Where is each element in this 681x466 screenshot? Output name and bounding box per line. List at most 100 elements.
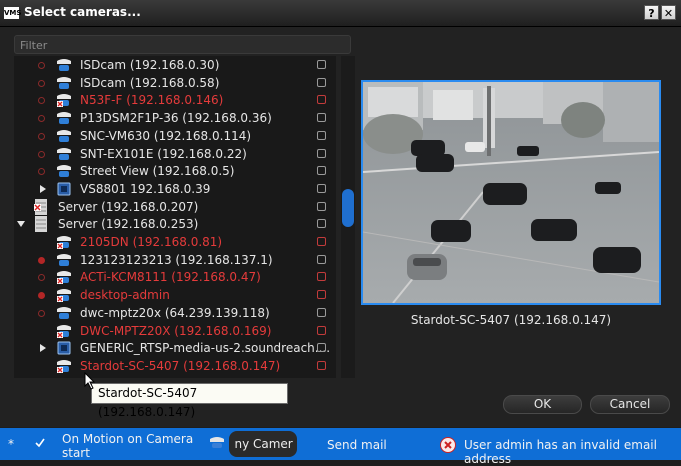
filter-input[interactable]: Filter [14, 35, 351, 54]
row-checkbox[interactable] [317, 343, 326, 353]
tree-scrollbar[interactable] [341, 56, 355, 378]
any-camera-chip[interactable]: ny Camer [229, 431, 297, 457]
error-icon [440, 437, 456, 453]
camera-icon [57, 147, 71, 160]
scroll-thumb[interactable] [342, 189, 354, 227]
tree-row-label: VS8801 192.168.0.39 [80, 181, 211, 196]
camera-icon [57, 76, 71, 89]
tree-row[interactable]: 123123123213 (192.168.137.1) [14, 251, 336, 269]
tree-row-label: dwc-mptz20x (64.239.139.118) [80, 305, 270, 320]
row-checkbox[interactable] [317, 113, 326, 123]
status-dot-icon [38, 150, 45, 158]
tooltip: Stardot-SC-5407 (192.168.0.147) [91, 383, 288, 419]
tree-row[interactable]: dwc-mptz20x (64.239.139.118) [14, 304, 336, 322]
row-checkbox[interactable] [317, 166, 326, 176]
window-title: Select cameras... [24, 5, 141, 19]
tree-row[interactable]: VS8801 192.168.0.39 [14, 180, 336, 198]
rule-label-line2: start [62, 446, 90, 460]
status-dot-icon [38, 274, 45, 282]
tree-row[interactable]: ISDcam (192.168.0.58) [14, 74, 336, 92]
tree-row-label: Street View (192.168.0.5) [80, 164, 235, 179]
tree-row-label: Server (192.168.0.207) [58, 199, 199, 214]
checkmark-icon[interactable] [34, 437, 46, 449]
tree-row[interactable]: Street View (192.168.0.5) [14, 162, 336, 180]
server-icon [35, 216, 47, 233]
error-message: User admin has an invalid email address [464, 438, 657, 466]
camera-icon [57, 129, 71, 142]
camera-icon [57, 94, 71, 108]
status-dot-icon [38, 79, 45, 87]
camera-icon [210, 437, 224, 448]
action-send-mail[interactable]: Send mail [327, 438, 387, 452]
tree-row[interactable]: Stardot-SC-5407 (192.168.0.147) [14, 357, 336, 375]
status-dot-icon [38, 97, 45, 105]
tree-row-label: ACTi-KCM8111 (192.168.0.47) [80, 270, 261, 285]
tree-row[interactable]: DWC-MPTZ20X (192.168.0.169) [14, 322, 336, 340]
camera-icon [57, 59, 71, 71]
row-checkbox[interactable] [317, 95, 326, 105]
tree-row-label: N53F-F (192.168.0.146) [80, 93, 224, 108]
tree-row[interactable]: SNT-EX101E (192.168.0.22) [14, 145, 336, 163]
preview-caption: Stardot-SC-5407 (192.168.0.147) [410, 313, 612, 327]
tree-row[interactable]: Server (192.168.0.253) [14, 215, 336, 233]
row-checkbox[interactable] [317, 325, 326, 335]
row-checkbox[interactable] [317, 201, 326, 211]
row-checkbox[interactable] [317, 254, 326, 264]
tree-row[interactable]: P13DSM2F1P-36 (192.168.0.36) [14, 109, 336, 127]
camera-icon [57, 359, 71, 373]
tree-row-label: GENERIC_RTSP-media-us-2.soundreach.... [80, 341, 331, 356]
row-checkbox[interactable] [317, 130, 326, 140]
tree-row[interactable]: SNC-VM630 (192.168.0.114) [14, 127, 336, 145]
row-checkbox[interactable] [317, 77, 326, 87]
camera-tree: ISDcam (192.168.0.30) ISDcam (192.168.0.5… [14, 56, 336, 378]
encoder-icon [57, 341, 71, 355]
tree-row-label: 123123123213 (192.168.137.1) [80, 252, 273, 267]
row-checkbox[interactable] [317, 360, 326, 370]
camera-icon [57, 236, 71, 249]
help-button[interactable]: ? [644, 5, 659, 20]
street-scene-image [363, 82, 659, 303]
row-checkbox[interactable] [317, 290, 326, 300]
event-rule-strip: * On Motion on Camera start ny Camer Sen… [0, 428, 681, 466]
tree-row[interactable]: 2105DN (192.168.0.81) [14, 233, 336, 251]
camera-icon [57, 324, 71, 338]
status-dot-icon [38, 168, 45, 176]
tree-row[interactable]: ACTi-KCM8111 (192.168.0.47) [14, 268, 336, 286]
tree-row[interactable]: desktop-admin [14, 286, 336, 304]
row-checkbox[interactable] [317, 148, 326, 158]
ok-button[interactable]: OK [503, 395, 582, 414]
app-logo: VMS [4, 7, 22, 19]
collapse-arrow-icon[interactable] [17, 221, 25, 228]
expand-arrow-icon[interactable] [40, 184, 46, 193]
title-bar: VMS Select cameras... ? ✕ [0, 0, 681, 27]
camera-preview [361, 80, 661, 305]
row-checkbox[interactable] [317, 272, 326, 282]
star-marker: * [8, 437, 14, 451]
mouse-cursor-icon [84, 372, 96, 390]
camera-icon [57, 165, 71, 178]
tree-row-label: ISDcam (192.168.0.30) [80, 58, 220, 72]
tree-row[interactable]: Server (192.168.0.207) [14, 198, 336, 216]
row-checkbox[interactable] [317, 219, 326, 229]
status-dot-icon [38, 292, 45, 300]
camera-icon [57, 306, 71, 319]
row-checkbox[interactable] [317, 183, 326, 193]
rule-label-line1: On Motion on Camera [62, 432, 194, 446]
tree-row-label: SNC-VM630 (192.168.0.114) [80, 128, 252, 143]
tree-row[interactable]: GENERIC_RTSP-media-us-2.soundreach.... [14, 339, 336, 357]
tree-row[interactable]: N53F-F (192.168.0.146) [14, 91, 336, 109]
row-checkbox[interactable] [317, 60, 326, 69]
tree-row-label: Server (192.168.0.253) [58, 217, 199, 232]
row-checkbox[interactable] [317, 307, 326, 317]
camera-icon [57, 289, 71, 303]
row-checkbox[interactable] [317, 237, 326, 246]
camera-icon [57, 253, 71, 266]
expand-arrow-icon[interactable] [40, 344, 46, 353]
close-button[interactable]: ✕ [661, 5, 676, 20]
tree-row[interactable]: ISDcam (192.168.0.30) [14, 56, 336, 74]
cancel-button[interactable]: Cancel [590, 395, 670, 414]
tree-row-label: P13DSM2F1P-36 (192.168.0.36) [80, 111, 272, 126]
camera-icon [57, 271, 71, 285]
server-icon [34, 198, 47, 215]
status-dot-icon [38, 309, 45, 317]
